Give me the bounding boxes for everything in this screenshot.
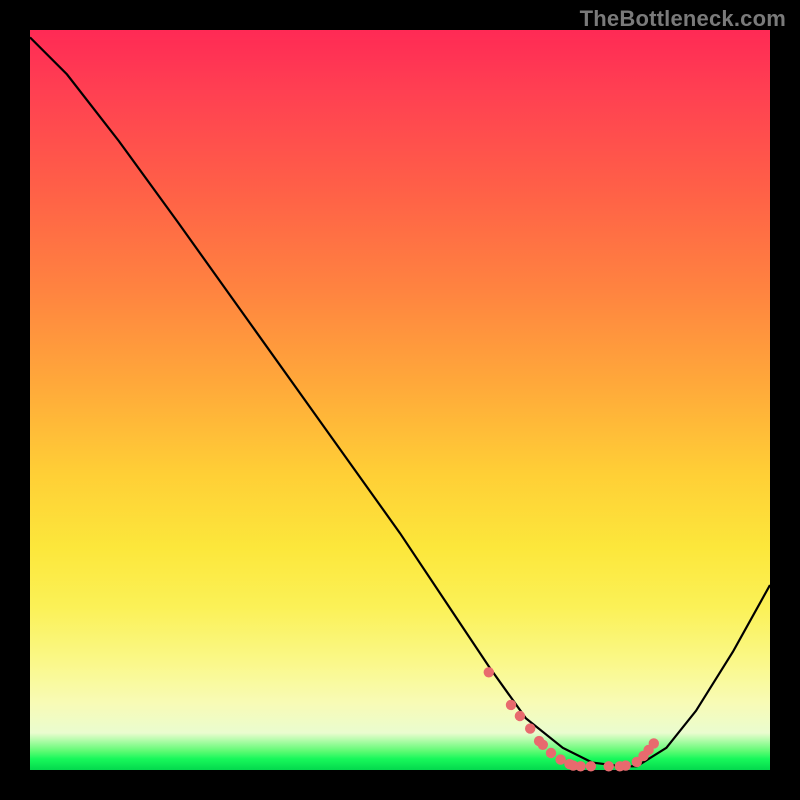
marker-dot — [649, 738, 659, 748]
bottleneck-curve-line — [30, 37, 770, 766]
marker-dot — [546, 748, 556, 758]
marker-dot — [525, 723, 535, 733]
chart-plot-area — [30, 30, 770, 770]
chart-svg — [30, 30, 770, 770]
marker-dot — [575, 761, 585, 771]
marker-dot — [506, 700, 516, 710]
marker-dot — [538, 740, 548, 750]
watermark-text: TheBottleneck.com — [580, 6, 786, 32]
marker-dot — [604, 761, 614, 771]
marker-dot — [621, 760, 631, 770]
optimal-region-markers — [484, 667, 659, 771]
marker-dot — [484, 667, 494, 677]
marker-dot — [515, 711, 525, 721]
marker-dot — [586, 761, 596, 771]
marker-dot — [555, 754, 565, 764]
